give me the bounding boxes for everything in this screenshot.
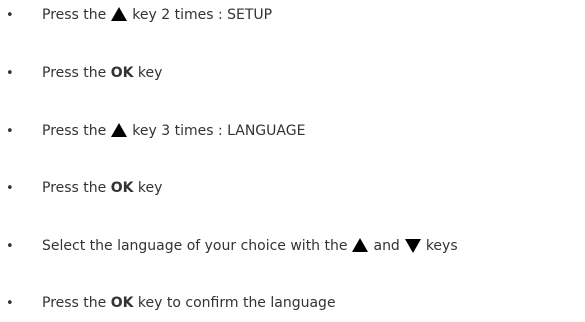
step-5-text-middle: and	[373, 238, 400, 254]
step-3: • Press the key 3 times : LANGUAGE	[6, 120, 305, 142]
step-2-text-end: key	[133, 65, 163, 81]
step-5: • Select the language of your choice wit…	[6, 235, 458, 257]
step-3-text-end: key 3 times : LANGUAGE	[132, 123, 306, 139]
step-6-text-start: Press the	[42, 295, 111, 311]
step-4: • Press the OK key	[6, 177, 162, 199]
up-triangle-icon	[111, 123, 128, 137]
step-6: • Press the OK key to confirm the langua…	[6, 292, 336, 314]
bullet: •	[6, 238, 14, 254]
bullet: •	[6, 123, 14, 139]
bullet: •	[6, 7, 14, 23]
step-5-text-end: keys	[425, 238, 458, 254]
step-2: • Press the OK key	[6, 62, 162, 84]
step-4-text-start: Press the	[42, 180, 111, 196]
step-1-text-end: key 2 times : SETUP	[132, 7, 273, 23]
ok-key-label: OK	[110, 65, 134, 81]
step-2-text-start: Press the	[42, 65, 111, 81]
ok-key-label: OK	[110, 180, 134, 196]
step-3-text-start: Press the	[42, 123, 107, 139]
down-triangle-icon	[404, 239, 421, 253]
up-triangle-icon	[111, 7, 128, 21]
step-5-text-start: Select the language of your choice with …	[42, 238, 348, 254]
step-1-text-start: Press the	[42, 7, 107, 23]
bullet: •	[6, 180, 14, 196]
step-6-text-end: key to confirm the language	[133, 295, 336, 311]
step-1: • Press the key 2 times : SETUP	[6, 4, 272, 26]
step-4-text-end: key	[133, 180, 163, 196]
ok-key-label: OK	[110, 295, 134, 311]
up-triangle-icon	[352, 238, 369, 252]
bullet: •	[6, 65, 14, 81]
bullet: •	[6, 295, 14, 311]
